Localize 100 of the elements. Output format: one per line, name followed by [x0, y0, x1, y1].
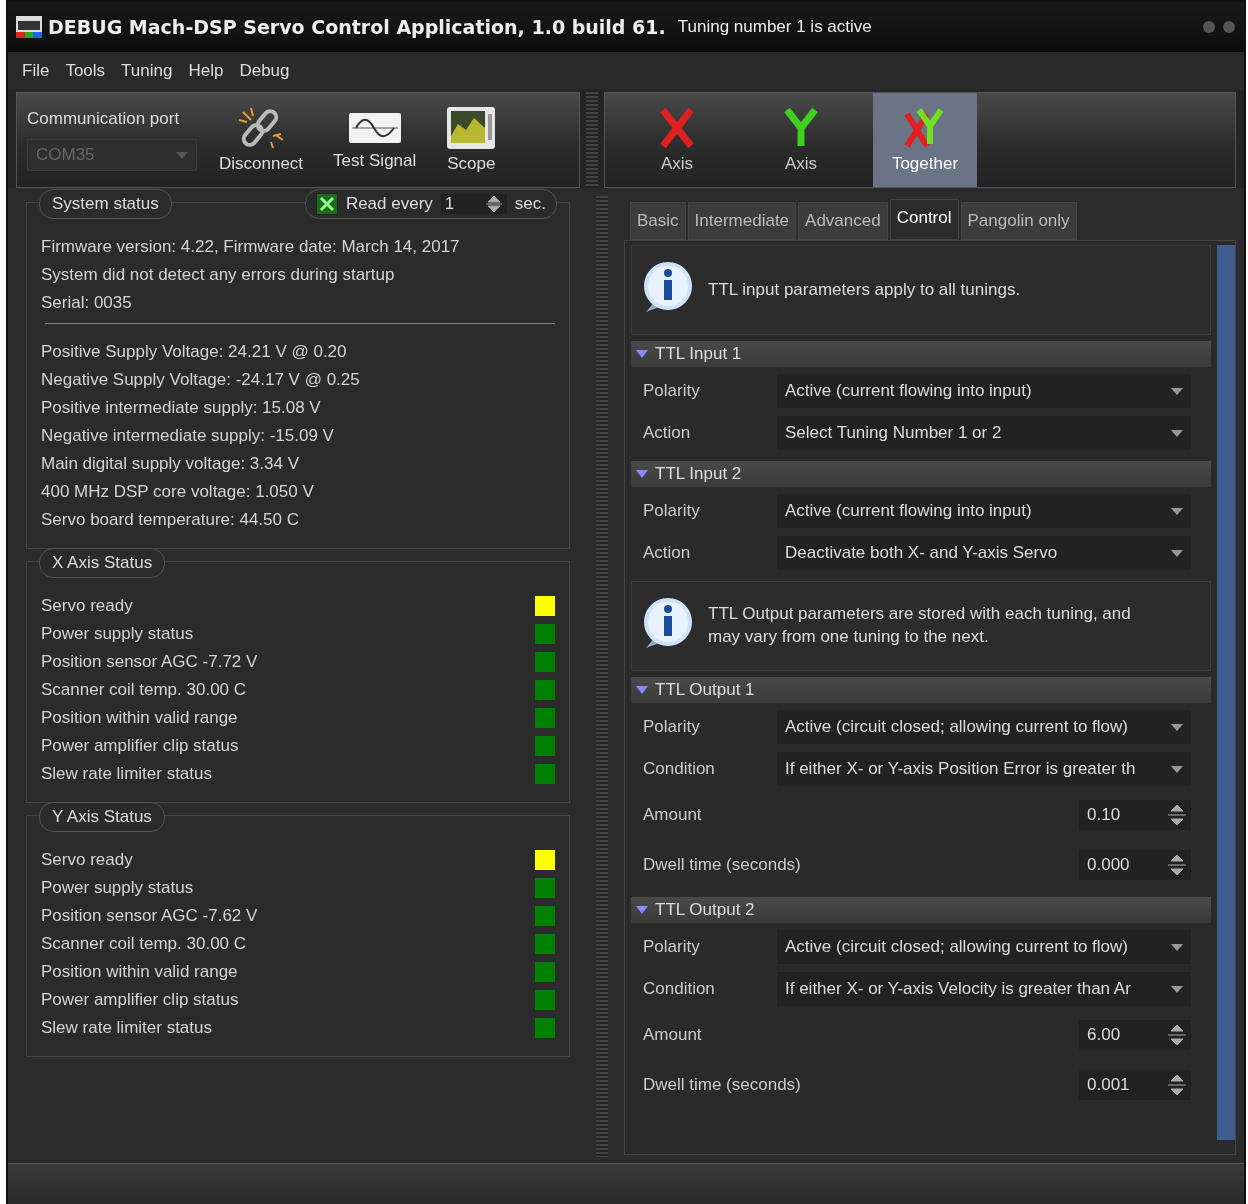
caret-icon [1171, 507, 1183, 515]
axis-button[interactable]: Axis [625, 93, 729, 187]
menu-item[interactable]: Tools [65, 61, 106, 81]
caret-icon [1171, 429, 1183, 437]
dropdown[interactable]: Active (current flowing into input) [777, 374, 1191, 408]
info-text: Serial: 0035 [41, 292, 133, 314]
status-label: Power supply status [41, 623, 194, 645]
reading-text: Negative intermediate supply: -15.09 V [41, 425, 335, 447]
status-label: Servo ready [41, 849, 133, 871]
status-label: Position sensor AGC -7.72 V [41, 651, 258, 673]
reading-text: Negative Supply Voltage: -24.17 V @ 0.25 [41, 369, 361, 391]
caret-icon [176, 151, 188, 159]
field-label: Condition [643, 759, 715, 779]
tab[interactable]: Pangolin only [960, 202, 1077, 240]
status-label: Scanner coil temp. 30.00 C [41, 933, 247, 955]
caret-icon [1171, 723, 1183, 731]
number-spinner[interactable]: 0.000 [1079, 850, 1191, 880]
number-spinner[interactable]: 6.00 [1079, 1020, 1191, 1050]
dropdown[interactable]: Select Tuning Number 1 or 2 [777, 416, 1191, 450]
status-label: Slew rate limiter status [41, 1017, 212, 1039]
dropdown[interactable]: Active (circuit closed; allowing current to flow) [777, 930, 1191, 964]
caret-icon [1171, 943, 1183, 951]
tab[interactable]: Control [889, 199, 959, 240]
number-spinner[interactable]: 0.10 [1079, 800, 1191, 830]
close-icon[interactable] [1222, 20, 1236, 34]
caret-icon [1171, 985, 1183, 993]
caret-icon [1171, 549, 1183, 557]
group-title: X Axis Status [39, 548, 166, 578]
dropdown[interactable]: Active (circuit closed; allowing current to flow) [777, 710, 1191, 744]
dropdown[interactable]: If either X- or Y-axis Position Error is greater th [777, 752, 1191, 786]
field-label: Polarity [643, 937, 700, 957]
field-label: Dwell time (seconds) [643, 855, 801, 875]
menu-item[interactable]: Tuning [121, 61, 173, 81]
interval-spinner[interactable]: 1 [440, 194, 507, 214]
spin-arrows-icon [1167, 852, 1187, 878]
reading-text: Main digital supply voltage: 3.34 V [41, 453, 300, 475]
reading-text: Positive Supply Voltage: 24.21 V @ 0.20 [41, 341, 348, 363]
axis-button[interactable]: Axis [749, 93, 853, 187]
tab[interactable]: Intermediate [687, 202, 797, 240]
app-icon [16, 16, 42, 38]
spin-arrows-icon [484, 195, 503, 213]
port-label: Communication port [27, 109, 181, 129]
field-label: Action [643, 543, 691, 563]
group-title: Y Axis Status [39, 802, 165, 832]
grip-handle[interactable] [586, 92, 598, 188]
field-label: Polarity [643, 717, 700, 737]
field-label: Polarity [643, 501, 700, 521]
caret-icon [1171, 387, 1183, 395]
info-text: TTL input parameters apply to all tunings. [708, 278, 1021, 301]
broken-link-icon [237, 106, 286, 150]
check-icon [318, 196, 335, 212]
menu-item[interactable]: Help [188, 61, 224, 81]
axis-button[interactable]: Together [873, 93, 977, 187]
toolbar-button[interactable]: Disconnect [211, 93, 312, 187]
status-label: Position within valid range [41, 707, 238, 729]
minimize-icon[interactable] [1202, 20, 1216, 34]
field-label: Action [643, 423, 691, 443]
dropdown[interactable]: Active (current flowing into input) [777, 494, 1191, 528]
section-header[interactable]: TTL Output 1 [631, 677, 1211, 703]
section-header[interactable]: TTL Input 1 [631, 341, 1211, 367]
caret-icon [1171, 765, 1183, 773]
checkbox[interactable] [315, 193, 338, 215]
section-header[interactable]: TTL Output 2 [631, 897, 1211, 923]
splitter-handle[interactable] [596, 196, 608, 1157]
toolbar-button[interactable]: Test Signal [325, 93, 425, 187]
reading-text: 400 MHz DSP core voltage: 1.050 V [41, 481, 315, 503]
reading-text: Servo board temperature: 44.50 C [41, 509, 300, 531]
field-label: Amount [643, 1025, 702, 1045]
status-label: Position sensor AGC -7.62 V [41, 905, 258, 927]
info-text: TTL Output parameters are stored with each tuning, and may vary from one tuning to the next. [708, 603, 1132, 648]
status-label: Power amplifier clip status [41, 989, 239, 1011]
menu-item[interactable]: File [22, 61, 50, 81]
read-label: Read every [345, 194, 433, 214]
tab[interactable]: Basic [630, 202, 686, 240]
spin-arrows-icon [1167, 1022, 1187, 1048]
section-header[interactable]: TTL Input 2 [631, 461, 1211, 487]
status-label: Power supply status [41, 877, 194, 899]
window-subtitle: Tuning number 1 is active [677, 17, 872, 37]
status-label: Slew rate limiter status [41, 763, 212, 785]
status-label: Scanner coil temp. 30.00 C [41, 679, 247, 701]
number-spinner[interactable]: 0.001 [1079, 1070, 1191, 1100]
status-label: Servo ready [41, 595, 133, 617]
field-label: Polarity [643, 381, 700, 401]
field-label: Condition [643, 979, 715, 999]
field-label: Amount [643, 805, 702, 825]
info-text: Firmware version: 4.22, Firmware date: March 14, 2017 [41, 236, 461, 258]
dropdown[interactable]: If either X- or Y-axis Velocity is greater than Ar [777, 972, 1191, 1006]
dropdown[interactable]: Deactivate both X- and Y-axis Servo [777, 536, 1191, 570]
unit-label: sec. [514, 194, 546, 214]
menu-item[interactable]: Debug [239, 61, 290, 81]
toolbar-button[interactable]: Scope [438, 93, 505, 187]
field-label: Dwell time (seconds) [643, 1075, 801, 1095]
group-title: System status [39, 189, 172, 219]
spin-arrows-icon [1167, 802, 1187, 828]
spin-arrows-icon [1167, 1072, 1187, 1098]
scrollbar[interactable] [1217, 245, 1235, 1140]
reading-text: Positive intermediate supply: 15.08 V [41, 397, 322, 419]
status-label: Power amplifier clip status [41, 735, 239, 757]
window-title: DEBUG Mach-DSP Servo Control Application, 1.0 build 61. [48, 16, 666, 38]
tab[interactable]: Advanced [798, 202, 888, 240]
